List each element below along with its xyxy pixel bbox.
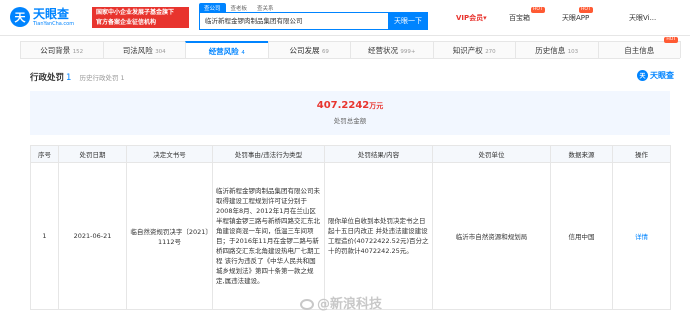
col-result: 处罚结果/内容 — [324, 145, 433, 163]
cell-index: 1 — [30, 162, 59, 310]
baodian-link[interactable]: 百宝箱 — [509, 13, 530, 23]
tab-operating-risk[interactable]: 经营风险 4 — [185, 41, 269, 58]
tab-self-info[interactable]: 自主信息 HOT — [597, 37, 681, 58]
logo-eye-icon: 天 — [10, 7, 30, 27]
history-penalty-link[interactable]: 历史行政处罚 1 — [79, 74, 124, 82]
cell-unit: 临沂市自然资源和规划局 — [432, 162, 551, 310]
tab-judicial-risk[interactable]: 司法风险 304 — [102, 41, 186, 58]
logo[interactable]: 天 天眼查 TianYanCha.com — [10, 7, 74, 27]
search-input[interactable]: 临沂新程金锣肉制品集团有限公司 — [199, 12, 389, 30]
top-header: 天 天眼查 TianYanCha.com 国家中小企业发展子基金旗下 官方备案企… — [0, 0, 690, 36]
tab-company-development[interactable]: 公司发展 69 — [267, 41, 351, 58]
cell-result: 限你单位自收到本处罚决定书之日起十五日内改正 并处违法建设建设工程造价(4072… — [324, 162, 433, 310]
col-index: 序号 — [30, 145, 59, 163]
col-reason: 处罚事由/违法行为类型 — [212, 145, 325, 163]
penalty-table: 序号 处罚日期 决定文书号 处罚事由/违法行为类型 处罚结果/内容 处罚单位 数… — [30, 145, 671, 310]
app-link[interactable]: 天眼APP — [562, 13, 589, 23]
tab-operating-status[interactable]: 经营状况 999+ — [350, 41, 434, 58]
tab-history-info[interactable]: 历史信息 103 — [515, 41, 599, 58]
col-source: 数据来源 — [550, 145, 613, 163]
sina-tech-watermark: @新浪科技 — [300, 293, 382, 312]
total-amount: 407.2242万元 — [316, 100, 384, 111]
hot-badge: HOT — [531, 7, 545, 13]
cell-source: 信用中国 — [550, 162, 613, 310]
cell-reason: 临沂新程金锣肉制品集团有限公司未取得建设工程规划许可证分别于2008年8月、20… — [212, 162, 325, 310]
total-amount-label: 处罚总金额 — [333, 117, 367, 125]
weibo-icon — [300, 299, 314, 310]
logo-subtext: TianYanCha.com — [33, 20, 75, 27]
tab-intellectual-property[interactable]: 知识产权 270 — [432, 41, 516, 58]
vip-member-link[interactable]: VIP会员▾ — [456, 13, 487, 23]
tab-company-background[interactable]: 公司背景 152 — [20, 41, 104, 58]
eye-logo-icon: 天 — [637, 70, 648, 81]
section-count: 1 — [66, 73, 72, 83]
penalty-summary: 407.2242万元 处罚总金额 — [30, 91, 670, 135]
hot-badge-self: HOT — [664, 37, 678, 43]
cell-date: 2021-06-21 — [58, 162, 127, 310]
col-action: 操作 — [612, 145, 671, 163]
dimension-tabs: 公司背景 152 司法风险 304 经营风险 4 公司发展 69 经营状况 99… — [20, 37, 681, 59]
col-unit: 处罚单位 — [432, 145, 551, 163]
cell-doc-no: 临自然资规罚决字〔2021〕1112号 — [126, 162, 213, 310]
user-menu[interactable]: 天眼Vi... — [629, 13, 656, 23]
logo-text: 天眼查 — [33, 6, 70, 21]
tianyancha-watermark: 天 天眼查 — [637, 70, 674, 81]
section-title: 行政处罚 1 历史行政处罚 1 — [30, 73, 125, 83]
promo-banner[interactable]: 国家中小企业发展子基金旗下 官方备案企业征信机构 — [92, 7, 189, 28]
search-button[interactable]: 天眼一下 — [388, 12, 428, 30]
detail-link[interactable]: 详情 — [635, 233, 648, 241]
table-row: 1 2021-06-21 临自然资规罚决字〔2021〕1112号 临沂新程金锣肉… — [30, 162, 671, 310]
col-date: 处罚日期 — [58, 145, 127, 163]
col-doc-no: 决定文书号 — [126, 145, 213, 163]
table-header-row: 序号 处罚日期 决定文书号 处罚事由/违法行为类型 处罚结果/内容 处罚单位 数… — [30, 145, 671, 163]
